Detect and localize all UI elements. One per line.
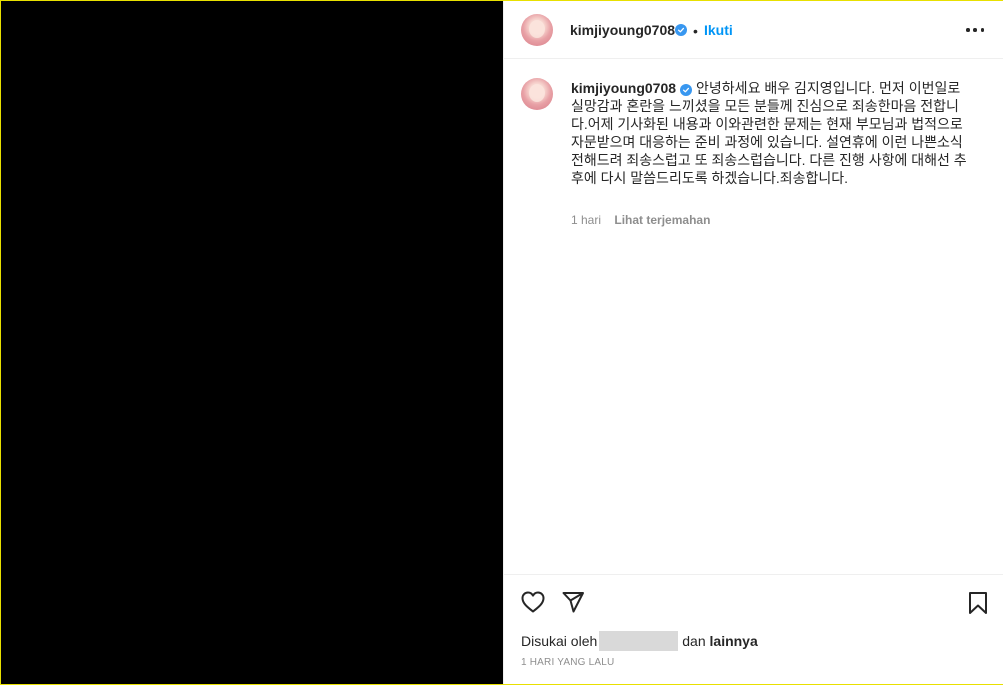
post-actions: Disukai oleh dan lainnya 1 HARI YANG LAL…	[504, 574, 1003, 684]
heart-icon[interactable]	[520, 590, 546, 619]
author-username[interactable]: kimjiyoung0708	[570, 22, 675, 38]
share-icon[interactable]	[561, 590, 585, 619]
post-side-panel: kimjiyoung0708 • Ikuti kimjiyoung0708 안녕하…	[503, 1, 1003, 684]
post-media[interactable]	[1, 1, 503, 684]
caption-time[interactable]: 1 hari	[571, 213, 601, 227]
likes-and: dan	[682, 633, 706, 649]
caption-text: kimjiyoung0708 안녕하세요 배우 김지영입니다. 먼저 이번일로 실…	[571, 79, 971, 187]
author-avatar[interactable]	[521, 14, 553, 46]
caption-username[interactable]: kimjiyoung0708	[571, 80, 676, 96]
caption-author-avatar[interactable]	[521, 78, 553, 110]
see-translation-button[interactable]: Lihat terjemahan	[614, 213, 710, 227]
likes-others-link[interactable]: lainnya	[710, 633, 758, 649]
caption-meta: 1 hari Lihat terjemahan	[571, 213, 710, 227]
likes-prefix: Disukai oleh	[521, 633, 598, 649]
post-header: kimjiyoung0708 • Ikuti	[504, 1, 1003, 59]
likes-summary: Disukai oleh dan lainnya	[521, 631, 758, 651]
follow-button[interactable]: Ikuti	[704, 22, 733, 38]
redacted-liker	[599, 631, 679, 651]
post-date[interactable]: 1 HARI YANG LALU	[521, 657, 614, 668]
caption-area: kimjiyoung0708 안녕하세요 배우 김지영입니다. 먼저 이번일로 실…	[504, 59, 1003, 574]
caption-verified-badge-icon	[680, 84, 693, 96]
verified-badge-icon	[675, 24, 687, 36]
bookmark-icon[interactable]	[967, 591, 989, 620]
header-separator: •	[693, 23, 698, 39]
more-options-icon[interactable]	[966, 25, 984, 35]
